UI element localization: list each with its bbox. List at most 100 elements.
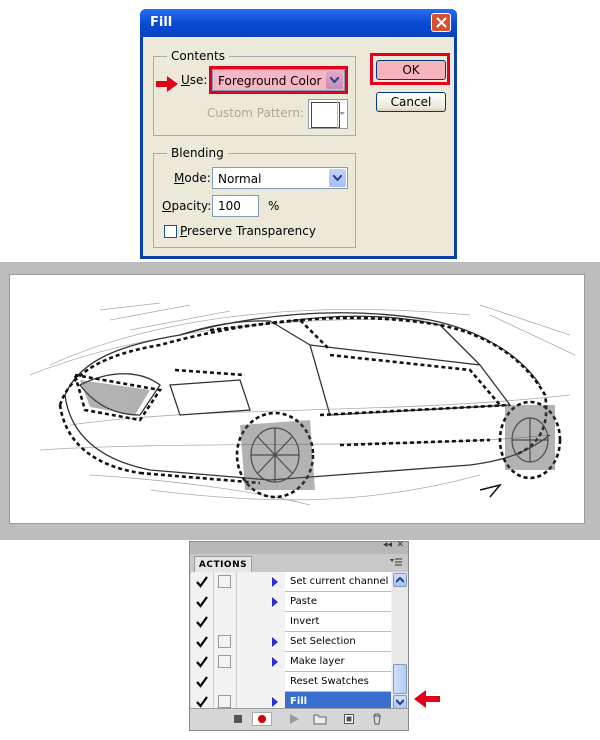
chevron-down-icon bbox=[396, 699, 404, 705]
toggle-dialog-box[interactable] bbox=[218, 575, 231, 588]
use-dropdown-value: Foreground Color bbox=[218, 74, 322, 88]
action-label: Fill bbox=[290, 696, 308, 707]
use-label: Use: bbox=[181, 73, 208, 87]
action-row[interactable]: Make layer bbox=[191, 652, 392, 672]
mode-dropdown[interactable]: Normal bbox=[212, 167, 348, 189]
pattern-preview bbox=[311, 102, 340, 128]
play-icon[interactable] bbox=[288, 713, 300, 725]
dialog-title: Fill bbox=[150, 15, 173, 30]
toggle-dialog-box[interactable] bbox=[218, 655, 231, 668]
column-divider bbox=[236, 672, 237, 692]
expand-triangle-icon[interactable] bbox=[271, 576, 279, 588]
record-icon bbox=[258, 715, 266, 723]
toggle-item-checkbox[interactable] bbox=[196, 636, 208, 648]
dialog-titlebar[interactable]: Fill bbox=[140, 9, 457, 37]
action-row[interactable]: Set Selection bbox=[191, 632, 392, 652]
column-divider bbox=[236, 612, 237, 632]
dialog-body: Contents Use: Foreground Color Custom Pa… bbox=[143, 37, 454, 256]
toggle-item-checkbox[interactable] bbox=[196, 596, 208, 608]
mode-dropdown-value: Normal bbox=[218, 172, 262, 186]
car-sketch-drawing bbox=[29, 302, 576, 506]
column-divider bbox=[213, 652, 214, 672]
scroll-thumb[interactable] bbox=[393, 664, 407, 694]
red-arrow-icon bbox=[414, 690, 440, 708]
toggle-item-checkbox[interactable] bbox=[196, 656, 208, 668]
action-label: Reset Swatches bbox=[290, 676, 369, 687]
opacity-input[interactable]: 100 bbox=[212, 195, 259, 217]
action-name-cell[interactable]: Set Selection bbox=[285, 632, 391, 652]
toggle-dialog-box[interactable] bbox=[218, 695, 231, 708]
panel-top-bar: ◂◂ ✕ bbox=[190, 540, 408, 554]
toggle-item-checkbox[interactable] bbox=[196, 576, 208, 588]
ok-button[interactable]: OK bbox=[376, 60, 446, 80]
actions-list[interactable]: Set current channel Paste Invert Set Select… bbox=[191, 572, 392, 710]
action-row[interactable]: Paste bbox=[191, 592, 392, 612]
car-sketch-image bbox=[9, 274, 585, 524]
column-divider bbox=[213, 672, 214, 692]
action-label: Make layer bbox=[290, 656, 345, 667]
action-name-cell[interactable]: Reset Swatches bbox=[285, 672, 391, 692]
expand-triangle-icon[interactable] bbox=[271, 636, 279, 648]
close-icon[interactable]: ✕ bbox=[396, 540, 404, 550]
new-set-icon[interactable] bbox=[313, 713, 327, 725]
action-row[interactable]: Set current channel bbox=[191, 572, 392, 592]
action-label: Invert bbox=[290, 616, 320, 627]
mode-label: Mode: bbox=[174, 171, 211, 185]
column-divider bbox=[236, 632, 237, 652]
toggle-item-checkbox[interactable] bbox=[196, 616, 208, 628]
expand-triangle-icon[interactable] bbox=[271, 656, 279, 668]
tab-actions[interactable]: ACTIONS bbox=[194, 556, 252, 573]
scroll-up-button[interactable] bbox=[393, 573, 407, 587]
chevron-down-icon[interactable] bbox=[329, 169, 346, 187]
action-label: Set current channel bbox=[290, 576, 389, 587]
action-label: Set Selection bbox=[290, 636, 356, 647]
action-name-cell[interactable]: Make layer bbox=[285, 652, 391, 672]
cancel-button[interactable]: Cancel bbox=[376, 92, 446, 112]
column-divider bbox=[236, 592, 237, 612]
red-arrow-icon bbox=[156, 76, 178, 92]
action-row[interactable]: Reset Swatches bbox=[191, 672, 392, 692]
action-name-cell[interactable]: Set current channel bbox=[285, 572, 391, 592]
new-action-icon[interactable] bbox=[343, 713, 355, 725]
action-name-cell[interactable]: Invert bbox=[285, 612, 391, 632]
blending-group-label: Blending bbox=[167, 145, 228, 161]
record-button[interactable] bbox=[252, 712, 272, 726]
action-row[interactable]: Invert bbox=[191, 612, 392, 632]
expand-triangle-icon[interactable] bbox=[271, 596, 279, 608]
toggle-item-checkbox[interactable] bbox=[196, 676, 208, 688]
action-label: Paste bbox=[290, 596, 317, 607]
custom-pattern-label: Custom Pattern: bbox=[207, 106, 305, 120]
column-divider bbox=[236, 652, 237, 672]
expand-triangle-icon[interactable] bbox=[271, 696, 279, 708]
chevron-up-icon bbox=[396, 577, 404, 583]
toggle-item-checkbox[interactable] bbox=[196, 696, 208, 708]
panel-menu-icon[interactable] bbox=[390, 558, 402, 567]
column-divider bbox=[213, 632, 214, 652]
stop-icon[interactable] bbox=[232, 713, 244, 725]
collapse-icon[interactable]: ◂◂ bbox=[383, 540, 392, 550]
column-divider bbox=[213, 572, 214, 592]
close-icon bbox=[436, 17, 447, 28]
custom-pattern-picker bbox=[308, 99, 348, 129]
close-button[interactable] bbox=[431, 13, 451, 32]
preserve-transparency-label: Preserve Transparency bbox=[180, 224, 316, 238]
column-divider bbox=[213, 592, 214, 612]
preserve-transparency-checkbox[interactable] bbox=[164, 225, 177, 238]
actions-scrollbar[interactable] bbox=[392, 572, 408, 710]
pattern-dropdown-arrow bbox=[337, 100, 346, 128]
scroll-down-button[interactable] bbox=[393, 695, 407, 709]
opacity-unit: % bbox=[268, 199, 280, 213]
opacity-label: Opacity: bbox=[162, 199, 212, 213]
actions-toolbar bbox=[190, 708, 408, 730]
column-divider bbox=[236, 572, 237, 592]
chevron-down-icon[interactable] bbox=[326, 71, 343, 89]
action-name-cell[interactable]: Paste bbox=[285, 592, 391, 612]
actions-panel: ◂◂ ✕ ACTIONS Set current channel Paste Inv… bbox=[189, 540, 409, 731]
document-canvas-area bbox=[0, 262, 600, 540]
fill-dialog: Fill Contents Use: Foreground Color Cust… bbox=[140, 9, 457, 259]
column-divider bbox=[213, 612, 214, 632]
toggle-dialog-box[interactable] bbox=[218, 635, 231, 648]
trash-icon[interactable] bbox=[371, 713, 383, 725]
contents-group-label: Contents bbox=[167, 48, 229, 64]
use-dropdown[interactable]: Foreground Color bbox=[209, 66, 348, 94]
